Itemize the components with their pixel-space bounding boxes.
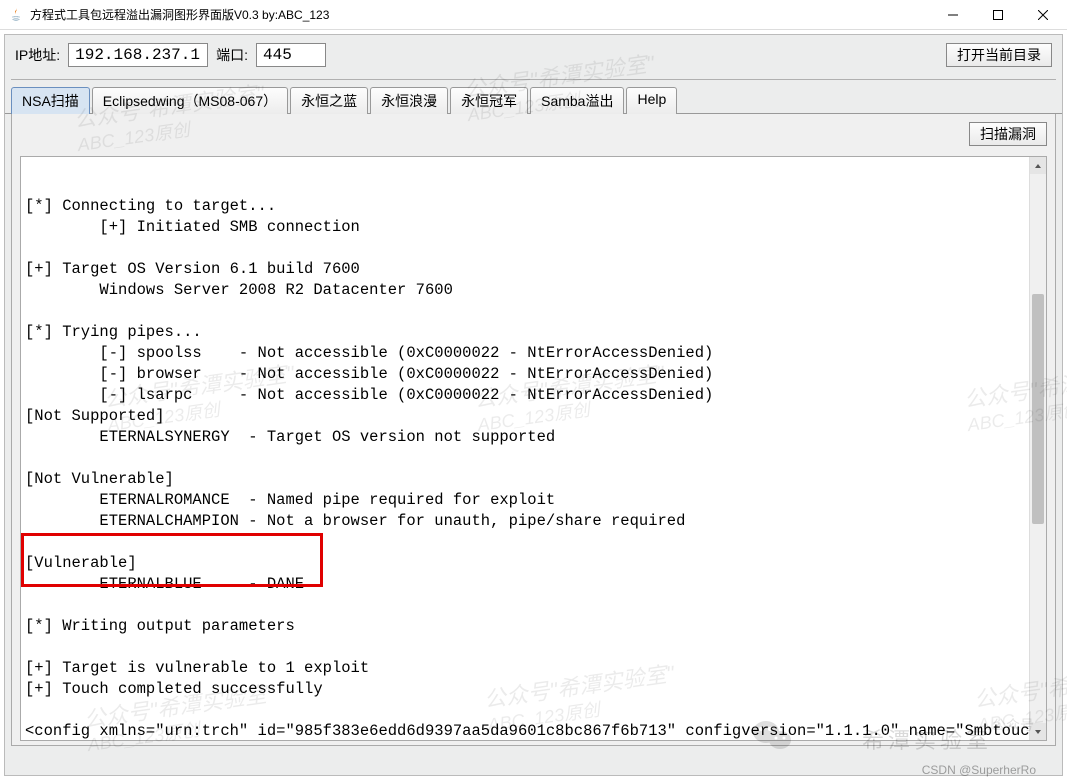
window-title: 方程式工具包远程溢出漏洞图形界面版V0.3 by:ABC_123 <box>30 6 930 23</box>
maximize-button[interactable] <box>975 0 1020 29</box>
scan-output[interactable]: [*] Connecting to target... [+] Initiate… <box>21 173 1046 742</box>
vertical-scrollbar[interactable] <box>1029 157 1046 740</box>
scroll-up-button[interactable] <box>1030 157 1046 174</box>
close-button[interactable] <box>1020 0 1065 29</box>
tab-eternalblue[interactable]: 永恒之蓝 <box>290 87 368 114</box>
tab-samba[interactable]: Samba溢出 <box>530 87 624 114</box>
tab-content: 扫描漏洞 [*] Connecting to target... [+] Ini… <box>11 114 1056 746</box>
footer-credit: CSDN @SuperherRo <box>922 763 1036 777</box>
footer-wm-name: 希潭实验室 <box>862 723 992 755</box>
connection-toolbar: IP地址: 端口: 打开当前目录 <box>5 35 1062 77</box>
footer-wm-sub: 公众号 <box>992 715 1034 735</box>
tab-eclipsedwing[interactable]: Eclipsedwing（MS08-067） <box>92 87 288 114</box>
ip-label: IP地址: <box>15 45 60 65</box>
minimize-button[interactable] <box>930 0 975 29</box>
port-label: 端口: <box>216 45 248 65</box>
output-panel: [*] Connecting to target... [+] Initiate… <box>20 156 1047 741</box>
tab-nsa-scan[interactable]: NSA扫描 <box>11 87 90 114</box>
app-body: IP地址: 端口: 打开当前目录 NSA扫描 Eclipsedwing（MS08… <box>4 34 1063 776</box>
port-input[interactable] <box>256 43 326 67</box>
tab-eternalromance[interactable]: 永恒浪漫 <box>370 87 448 114</box>
wechat-icon <box>752 718 792 759</box>
window-titlebar: 方程式工具包远程溢出漏洞图形界面版V0.3 by:ABC_123 <box>0 0 1067 30</box>
scroll-thumb[interactable] <box>1032 294 1044 524</box>
ip-input[interactable] <box>68 43 208 67</box>
scan-button[interactable]: 扫描漏洞 <box>969 122 1047 146</box>
tab-bar: NSA扫描 Eclipsedwing（MS08-067） 永恒之蓝 永恒浪漫 永… <box>5 80 1062 114</box>
open-dir-button[interactable]: 打开当前目录 <box>946 43 1052 67</box>
scroll-track[interactable] <box>1030 174 1046 723</box>
tab-help[interactable]: Help <box>626 87 677 114</box>
tab-eternalchampion[interactable]: 永恒冠军 <box>450 87 528 114</box>
java-icon <box>8 7 24 23</box>
